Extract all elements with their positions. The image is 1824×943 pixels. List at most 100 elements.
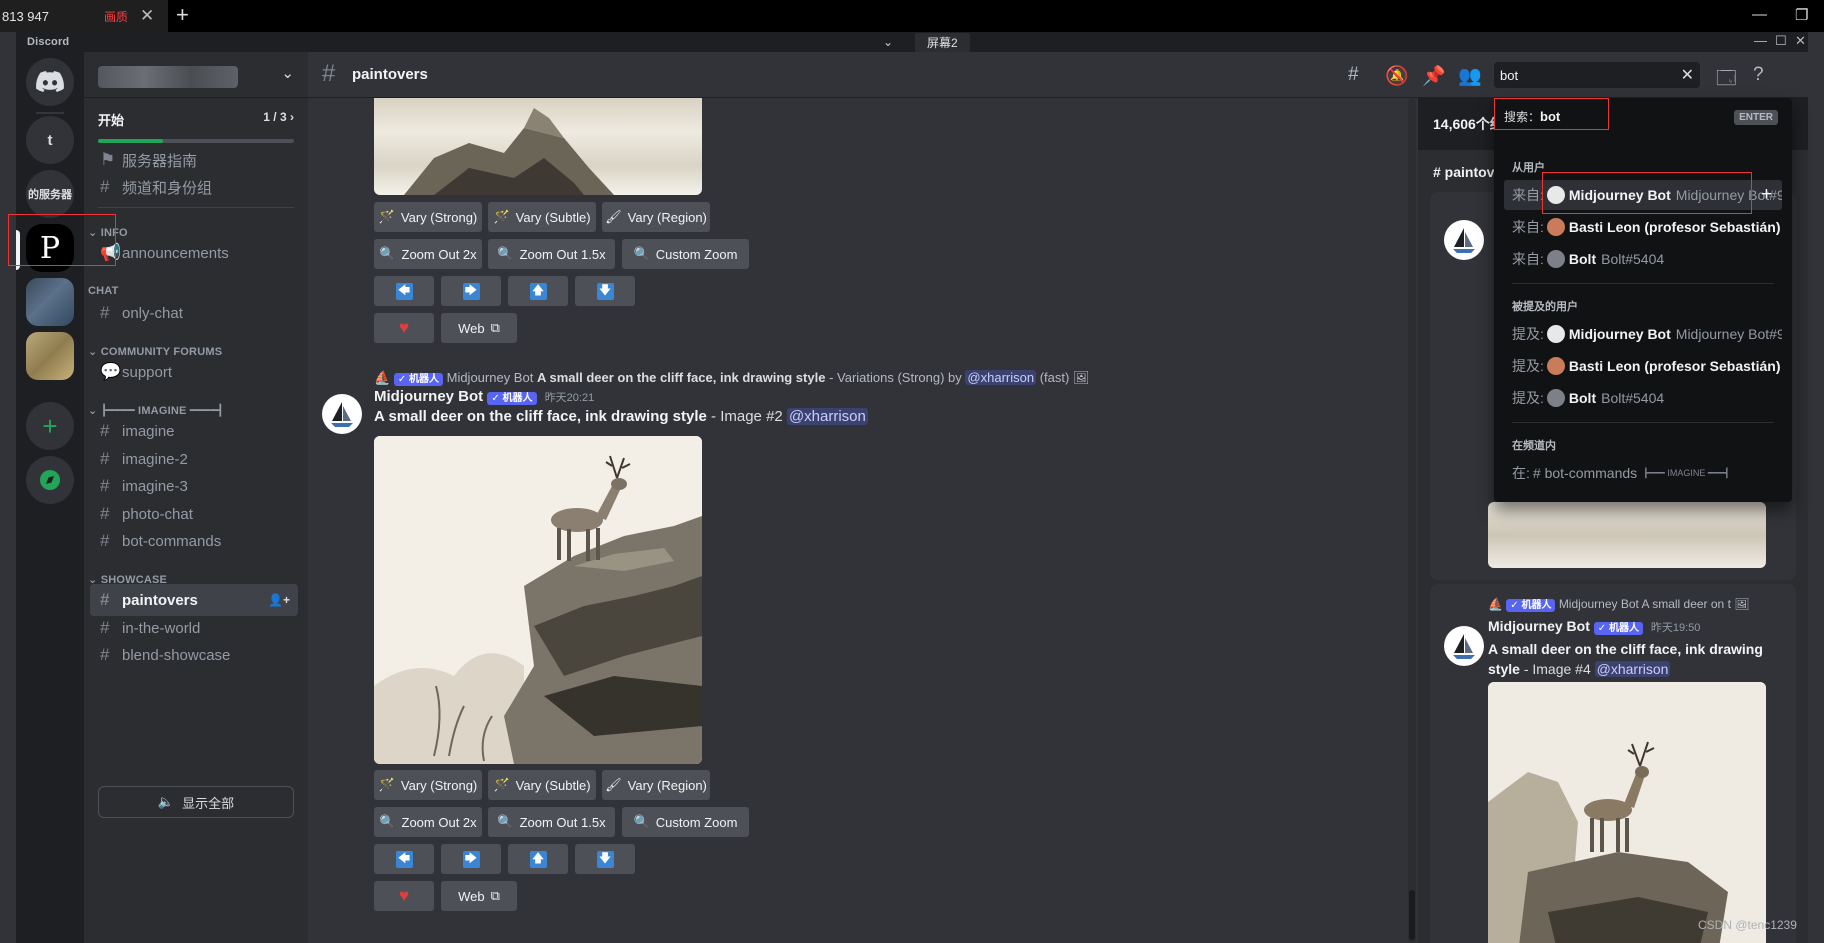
invite-user-icon[interactable]: 👤+ [268,593,290,607]
add-server-button[interactable]: + [26,402,74,450]
browser-tab[interactable]: 813 947 画质 ✕ [0,0,168,32]
search-box[interactable]: ✕ [1494,62,1700,88]
custom-zoom-button[interactable]: 🔍 Custom Zoom [622,239,749,269]
vary-region-button[interactable]: 🖌 Vary (Region) [602,202,710,232]
inbox-icon[interactable]: 🗔 [1716,64,1737,96]
message-image-deer[interactable] [374,436,702,764]
from-user-basti[interactable]: 来自: Basti Leon (profesor Sebastián) [1504,212,1782,242]
minimize-window-icon[interactable]: — [1754,33,1767,48]
chevron-down-icon[interactable]: ⌄ [281,64,294,82]
server-pixelated-2[interactable] [26,332,74,380]
sidebar-item-only-chat[interactable]: # only-chat [90,297,298,329]
hashtag-icon: # [100,421,110,440]
button-label: Zoom Out 2x [401,246,477,262]
mention-user-bolt[interactable]: 提及: Bolt Bolt#5404 [1504,383,1782,413]
reply-reference[interactable]: ⛵ ✓ 机器人 Midjourney Bot A small deer on t… [374,370,1089,386]
threads-icon[interactable]: # [1348,64,1359,86]
minimize-icon[interactable]: — [1752,6,1767,23]
message-image-top[interactable] [374,98,702,195]
magnifier-icon: 🔍 [379,814,396,829]
result-image[interactable] [1488,682,1766,943]
pan-down-button[interactable]: 🡇 [575,844,635,874]
vary-region-button[interactable]: 🖌 Vary (Region) [602,770,710,800]
prompt-suffix: - Image #4 [1523,661,1591,677]
user-mention[interactable]: @xharrison [1594,661,1671,677]
avatar[interactable] [322,394,362,434]
tab-close-icon[interactable]: ✕ [140,6,154,26]
web-button[interactable]: Web ⧉ [441,881,517,911]
reply-suffix: - Variations (Strong) by [829,370,962,385]
help-icon[interactable]: ? [1753,64,1764,86]
sidebar-item-support[interactable]: 💬 support [90,356,298,388]
sidebar-item-announcements[interactable]: 📢 announcements [90,237,298,269]
in-channel-bot-commands[interactable]: 在: # bot-commands ┣━━━ IMAGINE ━━━┫ [1504,458,1782,488]
home-button[interactable] [26,58,74,106]
pan-left-button[interactable]: 🡄 [374,276,434,306]
server-text[interactable]: 的服务器 [26,170,74,218]
external-link-icon: ⧉ [490,320,500,335]
user-mention[interactable]: @xharrison [786,408,868,425]
restore-icon[interactable]: ❐ [1795,6,1808,24]
mention-user-midjourney[interactable]: 提及: Midjourney Bot Midjourney Bot#9282 [1504,319,1782,349]
pan-left-button[interactable]: 🡄 [374,844,434,874]
sidebar-item-label: announcements [122,244,229,262]
favorite-button[interactable]: ♥ [374,313,434,343]
zoom-out-2x-button[interactable]: 🔍 Zoom Out 2x [374,807,482,837]
zoom-out-1-5x-button[interactable]: 🔍 Zoom Out 1.5x [488,807,615,837]
explore-icon[interactable] [26,456,74,504]
result-card[interactable]: ⛵ ✓ 机器人 Midjourney Bot A small deer on t… [1430,584,1796,943]
scrollbar-thumb[interactable] [1409,890,1415,940]
new-tab-button[interactable]: + [176,2,189,28]
plus-icon[interactable]: + [1761,184,1772,206]
button-label: Vary (Strong) [400,777,478,793]
favorite-button[interactable]: ♥ [374,881,434,911]
server-pixelated-1[interactable] [26,278,74,326]
mention-user-basti[interactable]: 提及: Basti Leon (profesor Sebastián) [1504,351,1782,381]
arrow-left-icon: 🡄 [395,850,413,868]
discord-logo-icon [36,71,64,92]
in-prefix: 在: [1512,465,1530,481]
message-author[interactable]: Midjourney Bot ✓ 机器人 昨天20:21 [374,388,594,405]
pan-right-button[interactable]: 🡆 [441,844,501,874]
vary-strong-button[interactable]: 🪄 Vary (Strong) [374,202,482,232]
avatar [1444,220,1484,260]
category-chat[interactable]: CHAT [88,285,119,297]
sidebar-item-bot-commands[interactable]: # bot-commands [90,525,298,557]
reply-mention[interactable]: @xharrison [965,370,1037,385]
hashtag-icon: # [322,60,336,87]
screen-share-indicator[interactable]: ⌄ 屏幕2 [861,32,970,52]
show-all-button[interactable]: 🔈 显示全部 [98,786,294,818]
pan-down-button[interactable]: 🡇 [575,276,635,306]
hashtag-icon: # [100,303,110,322]
onboarding-progress[interactable]: 开始 1 / 3 › [98,110,294,143]
server-t[interactable]: t [26,116,74,164]
vary-subtle-button[interactable]: 🪄 Vary (Subtle) [488,202,596,232]
chevron-down-icon[interactable]: ⌄ [861,35,915,49]
pan-right-button[interactable]: 🡆 [441,276,501,306]
scrollbar-track[interactable] [1408,98,1416,943]
web-button[interactable]: Web ⧉ [441,313,517,343]
zoom-out-1-5x-button[interactable]: 🔍 Zoom Out 1.5x [488,239,615,269]
members-icon[interactable]: 👥 [1458,64,1482,88]
clear-search-icon[interactable]: ✕ [1681,65,1694,85]
vary-subtle-button[interactable]: 🪄 Vary (Subtle) [488,770,596,800]
from-user-bolt[interactable]: 来自: Bolt Bolt#5404 [1504,244,1782,274]
annotation-box [1494,98,1609,130]
result-image[interactable] [1488,502,1766,568]
sidebar-item-channels-roles[interactable]: # 频道和身份组 [90,171,298,203]
server-header[interactable]: ⌄ [84,52,308,98]
close-window-icon[interactable]: ✕ [1795,33,1806,49]
sidebar-item-label: 服务器指南 [122,152,198,170]
mute-bell-icon[interactable]: 🔕 [1385,64,1409,88]
button-label: Vary (Region) [627,209,707,225]
user-name: Basti Leon (profesor Sebastián) [1568,358,1781,374]
vary-strong-button[interactable]: 🪄 Vary (Strong) [374,770,482,800]
pin-icon[interactable]: 📌 [1422,64,1446,88]
sidebar-item-blend-showcase[interactable]: # blend-showcase [90,639,298,671]
pan-up-button[interactable]: 🡅 [508,276,568,306]
custom-zoom-button[interactable]: 🔍 Custom Zoom [622,807,749,837]
zoom-out-2x-button[interactable]: 🔍 Zoom Out 2x [374,239,482,269]
maximize-window-icon[interactable]: ☐ [1775,33,1787,49]
pan-up-button[interactable]: 🡅 [508,844,568,874]
search-input[interactable] [1494,62,1664,88]
